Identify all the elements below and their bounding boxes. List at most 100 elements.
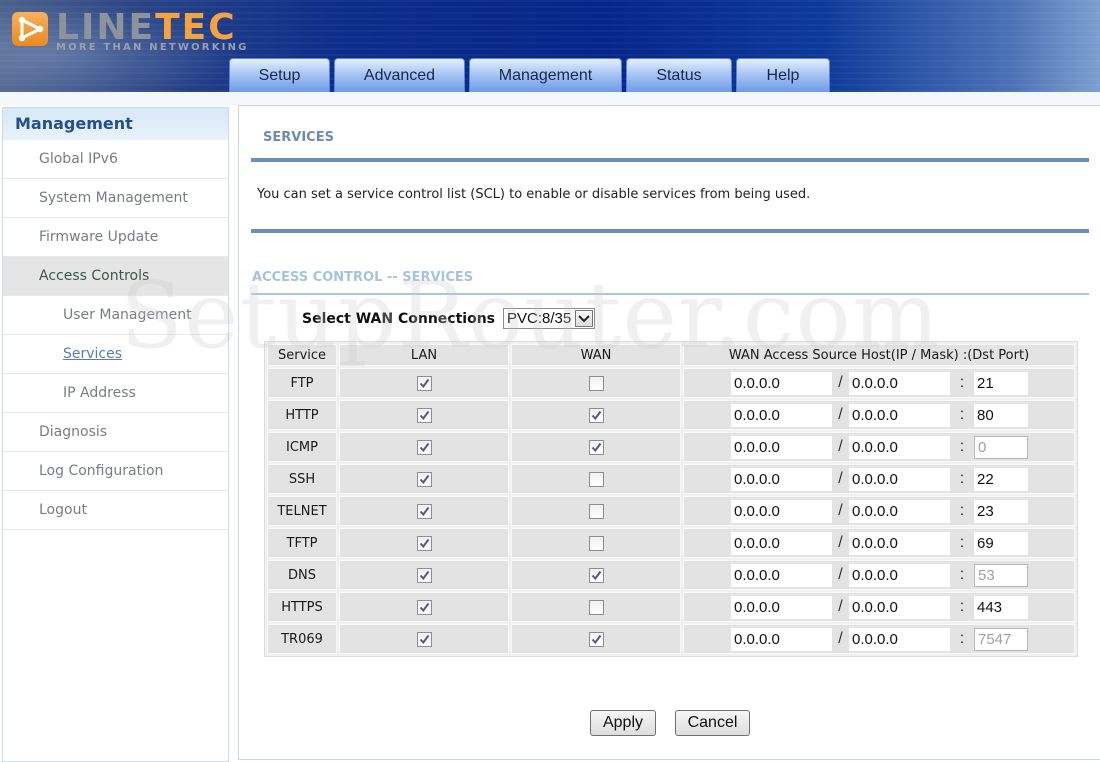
dst-port-input[interactable] bbox=[974, 403, 1028, 427]
lan-checkbox[interactable] bbox=[416, 567, 432, 583]
sidebar-item-system-management[interactable]: System Management bbox=[3, 179, 228, 218]
chevron-down-icon[interactable] bbox=[575, 310, 594, 327]
table-row: SSH /: bbox=[267, 464, 1075, 494]
service-name: HTTP bbox=[267, 400, 337, 430]
sidebar-item-access-controls[interactable]: Access Controls bbox=[3, 257, 228, 296]
dst-port-input[interactable] bbox=[974, 531, 1028, 555]
sidebar-item-global-ipv6[interactable]: Global IPv6 bbox=[3, 140, 228, 179]
main-content: SERVICES You can set a service control l… bbox=[238, 105, 1100, 760]
sidebar-item-firmware-update[interactable]: Firmware Update bbox=[3, 218, 228, 257]
wan-checkbox[interactable] bbox=[588, 407, 604, 423]
source-mask-input[interactable] bbox=[849, 403, 950, 427]
apply-button[interactable]: Apply bbox=[590, 710, 656, 736]
page-title: SERVICES bbox=[263, 130, 334, 145]
source-ip-input[interactable] bbox=[731, 563, 832, 587]
lan-checkbox[interactable] bbox=[416, 631, 432, 647]
wan-host-cell: /: bbox=[683, 368, 1075, 398]
source-mask-input[interactable] bbox=[849, 371, 950, 395]
wan-host-cell: /: bbox=[683, 464, 1075, 494]
sidebar-item-user-management[interactable]: User Management bbox=[3, 296, 228, 335]
wan-host-cell: /: bbox=[683, 400, 1075, 430]
wan-checkbox[interactable] bbox=[588, 535, 604, 551]
dst-port-input[interactable] bbox=[974, 499, 1028, 523]
dst-port-input[interactable] bbox=[974, 595, 1028, 619]
tab-status[interactable]: Status bbox=[626, 58, 732, 92]
source-ip-input[interactable] bbox=[731, 371, 832, 395]
wan-host-cell: /: bbox=[683, 496, 1075, 526]
lan-checkbox[interactable] bbox=[416, 375, 432, 391]
ip-mask-separator: / bbox=[838, 470, 843, 487]
lan-checkbox[interactable] bbox=[416, 471, 432, 487]
tab-advanced[interactable]: Advanced bbox=[334, 58, 465, 92]
lan-checkbox[interactable] bbox=[416, 599, 432, 615]
ip-mask-separator: / bbox=[838, 598, 843, 615]
port-separator: : bbox=[959, 470, 965, 487]
source-ip-input[interactable] bbox=[731, 467, 832, 491]
source-mask-input[interactable] bbox=[849, 531, 950, 555]
source-mask-input[interactable] bbox=[849, 499, 950, 523]
sidebar: Management Global IPv6 System Management… bbox=[2, 107, 229, 762]
table-row: TFTP /: bbox=[267, 528, 1075, 558]
source-ip-input[interactable] bbox=[731, 499, 832, 523]
lan-checkbox[interactable] bbox=[416, 503, 432, 519]
wan-checkbox[interactable] bbox=[588, 631, 604, 647]
service-name: FTP bbox=[267, 368, 337, 398]
source-mask-input[interactable] bbox=[849, 595, 950, 619]
lan-cell bbox=[339, 464, 509, 494]
table-row: FTP /: bbox=[267, 368, 1075, 398]
port-separator: : bbox=[959, 374, 965, 391]
wan-checkbox[interactable] bbox=[588, 439, 604, 455]
tab-setup[interactable]: Setup bbox=[229, 58, 330, 92]
sidebar-item-ip-address[interactable]: IP Address bbox=[3, 374, 228, 413]
tab-help[interactable]: Help bbox=[736, 58, 830, 92]
sidebar-item-logout[interactable]: Logout bbox=[3, 491, 228, 530]
table-row: TELNET /: bbox=[267, 496, 1075, 526]
wan-host-cell: /: bbox=[683, 624, 1075, 654]
section-subtitle: ACCESS CONTROL -- SERVICES bbox=[252, 270, 474, 285]
source-mask-input[interactable] bbox=[849, 563, 950, 587]
header-wan: WAN bbox=[511, 344, 681, 366]
sidebar-item-services[interactable]: Services bbox=[3, 335, 228, 374]
table-row: ICMP /: bbox=[267, 432, 1075, 462]
cancel-button[interactable]: Cancel bbox=[675, 710, 750, 736]
wan-cell bbox=[511, 560, 681, 590]
wan-cell bbox=[511, 624, 681, 654]
source-mask-input[interactable] bbox=[849, 627, 950, 651]
dst-port-input[interactable] bbox=[974, 371, 1028, 395]
source-ip-input[interactable] bbox=[731, 627, 832, 651]
port-separator: : bbox=[959, 630, 965, 647]
source-mask-input[interactable] bbox=[849, 467, 950, 491]
wan-checkbox[interactable] bbox=[588, 375, 604, 391]
sidebar-item-diagnosis[interactable]: Diagnosis bbox=[3, 413, 228, 452]
lan-checkbox[interactable] bbox=[416, 407, 432, 423]
dst-port-input bbox=[974, 435, 1028, 459]
lan-checkbox[interactable] bbox=[416, 439, 432, 455]
lan-checkbox[interactable] bbox=[416, 535, 432, 551]
wan-cell bbox=[511, 432, 681, 462]
dst-port-input[interactable] bbox=[974, 467, 1028, 491]
service-name: TR069 bbox=[267, 624, 337, 654]
wan-connection-select[interactable]: PVC:8/35 bbox=[503, 308, 596, 329]
wan-checkbox[interactable] bbox=[588, 471, 604, 487]
source-ip-input[interactable] bbox=[731, 531, 832, 555]
source-ip-input[interactable] bbox=[731, 403, 832, 427]
table-row: HTTPS /: bbox=[267, 592, 1075, 622]
service-name: TELNET bbox=[267, 496, 337, 526]
ip-mask-separator: / bbox=[838, 502, 843, 519]
tab-management[interactable]: Management bbox=[469, 58, 622, 92]
source-mask-input[interactable] bbox=[849, 435, 950, 459]
wan-checkbox[interactable] bbox=[588, 567, 604, 583]
ip-mask-separator: / bbox=[838, 534, 843, 551]
source-ip-input[interactable] bbox=[731, 435, 832, 459]
lan-cell bbox=[339, 400, 509, 430]
wan-checkbox[interactable] bbox=[588, 503, 604, 519]
wan-checkbox[interactable] bbox=[588, 599, 604, 615]
port-separator: : bbox=[959, 566, 965, 583]
sidebar-item-log-configuration[interactable]: Log Configuration bbox=[3, 452, 228, 491]
wan-cell bbox=[511, 592, 681, 622]
wan-cell bbox=[511, 400, 681, 430]
dst-port-input bbox=[974, 627, 1028, 651]
services-table-body: FTP /: HTTP /: ICMP /: SSH /: TELNET /: TFTP /: DNS /… bbox=[267, 368, 1075, 654]
source-ip-input[interactable] bbox=[731, 595, 832, 619]
page-description: You can set a service control list (SCL)… bbox=[257, 187, 811, 202]
